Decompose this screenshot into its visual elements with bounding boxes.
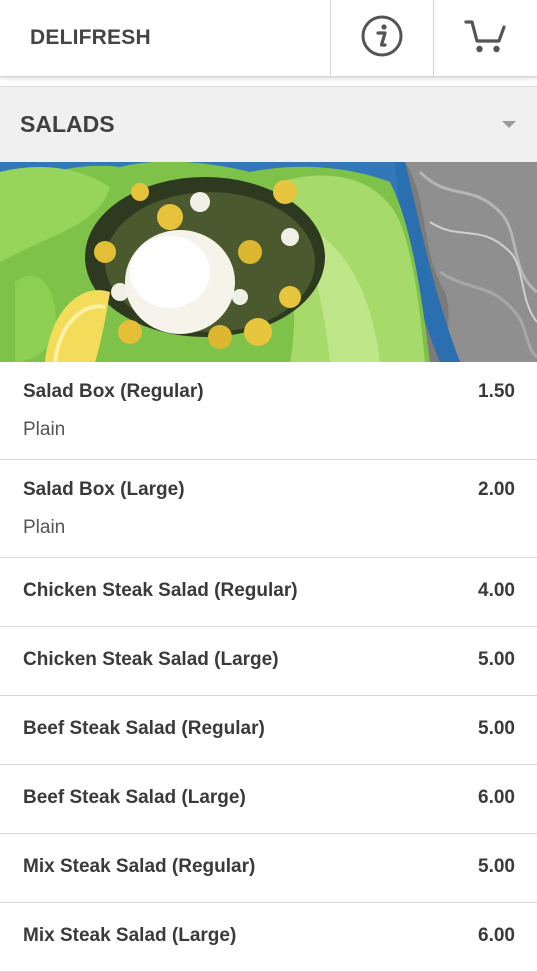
item-name: Salad Box (Regular): [23, 381, 204, 402]
item-name: Salad Box (Large): [23, 479, 185, 500]
menu-list: Salad Box (Regular) 1.50 Plain Salad Box…: [0, 362, 537, 972]
item-price: 2.00: [478, 479, 515, 500]
menu-item-salad-box-large[interactable]: Salad Box (Large) 2.00 Plain: [0, 460, 537, 558]
item-name: Beef Steak Salad (Large): [23, 787, 246, 808]
item-description: Plain: [23, 517, 66, 538]
menu-item-mix-steak-salad-regular[interactable]: Mix Steak Salad (Regular) 5.00: [0, 834, 537, 903]
item-description: Plain: [23, 419, 66, 440]
menu-item-beef-steak-salad-large[interactable]: Beef Steak Salad (Large) 6.00: [0, 765, 537, 834]
brand-title[interactable]: DELIFRESH: [0, 0, 330, 76]
item-price: 1.50: [478, 381, 515, 402]
caret-down-icon: [502, 121, 516, 128]
menu-item-beef-steak-salad-regular[interactable]: Beef Steak Salad (Regular) 5.00: [0, 696, 537, 765]
item-price: 5.00: [478, 856, 515, 877]
item-name: Chicken Steak Salad (Regular): [23, 580, 298, 601]
info-icon: [360, 14, 404, 63]
item-name: Mix Steak Salad (Regular): [23, 856, 256, 877]
item-price: 6.00: [478, 787, 515, 808]
salad-image: [0, 162, 537, 362]
item-price: 5.00: [478, 718, 515, 739]
item-price: 6.00: [478, 925, 515, 946]
menu-item-chicken-steak-salad-large[interactable]: Chicken Steak Salad (Large) 5.00: [0, 627, 537, 696]
info-button[interactable]: [330, 0, 433, 76]
item-name: Beef Steak Salad (Regular): [23, 718, 265, 739]
menu-item-salad-box-regular[interactable]: Salad Box (Regular) 1.50 Plain: [0, 362, 537, 460]
menu-item-mix-steak-salad-large[interactable]: Mix Steak Salad (Large) 6.00: [0, 903, 537, 972]
item-name: Mix Steak Salad (Large): [23, 925, 237, 946]
category-dropdown[interactable]: SALADS: [0, 86, 537, 162]
category-label: SALADS: [20, 111, 115, 137]
cart-button[interactable]: [433, 0, 537, 76]
item-name: Chicken Steak Salad (Large): [23, 649, 279, 670]
menu-item-chicken-steak-salad-regular[interactable]: Chicken Steak Salad (Regular) 4.00: [0, 558, 537, 627]
top-bar: DELIFRESH: [0, 0, 537, 77]
cart-icon: [463, 16, 509, 61]
item-price: 5.00: [478, 649, 515, 670]
item-price: 4.00: [478, 580, 515, 601]
